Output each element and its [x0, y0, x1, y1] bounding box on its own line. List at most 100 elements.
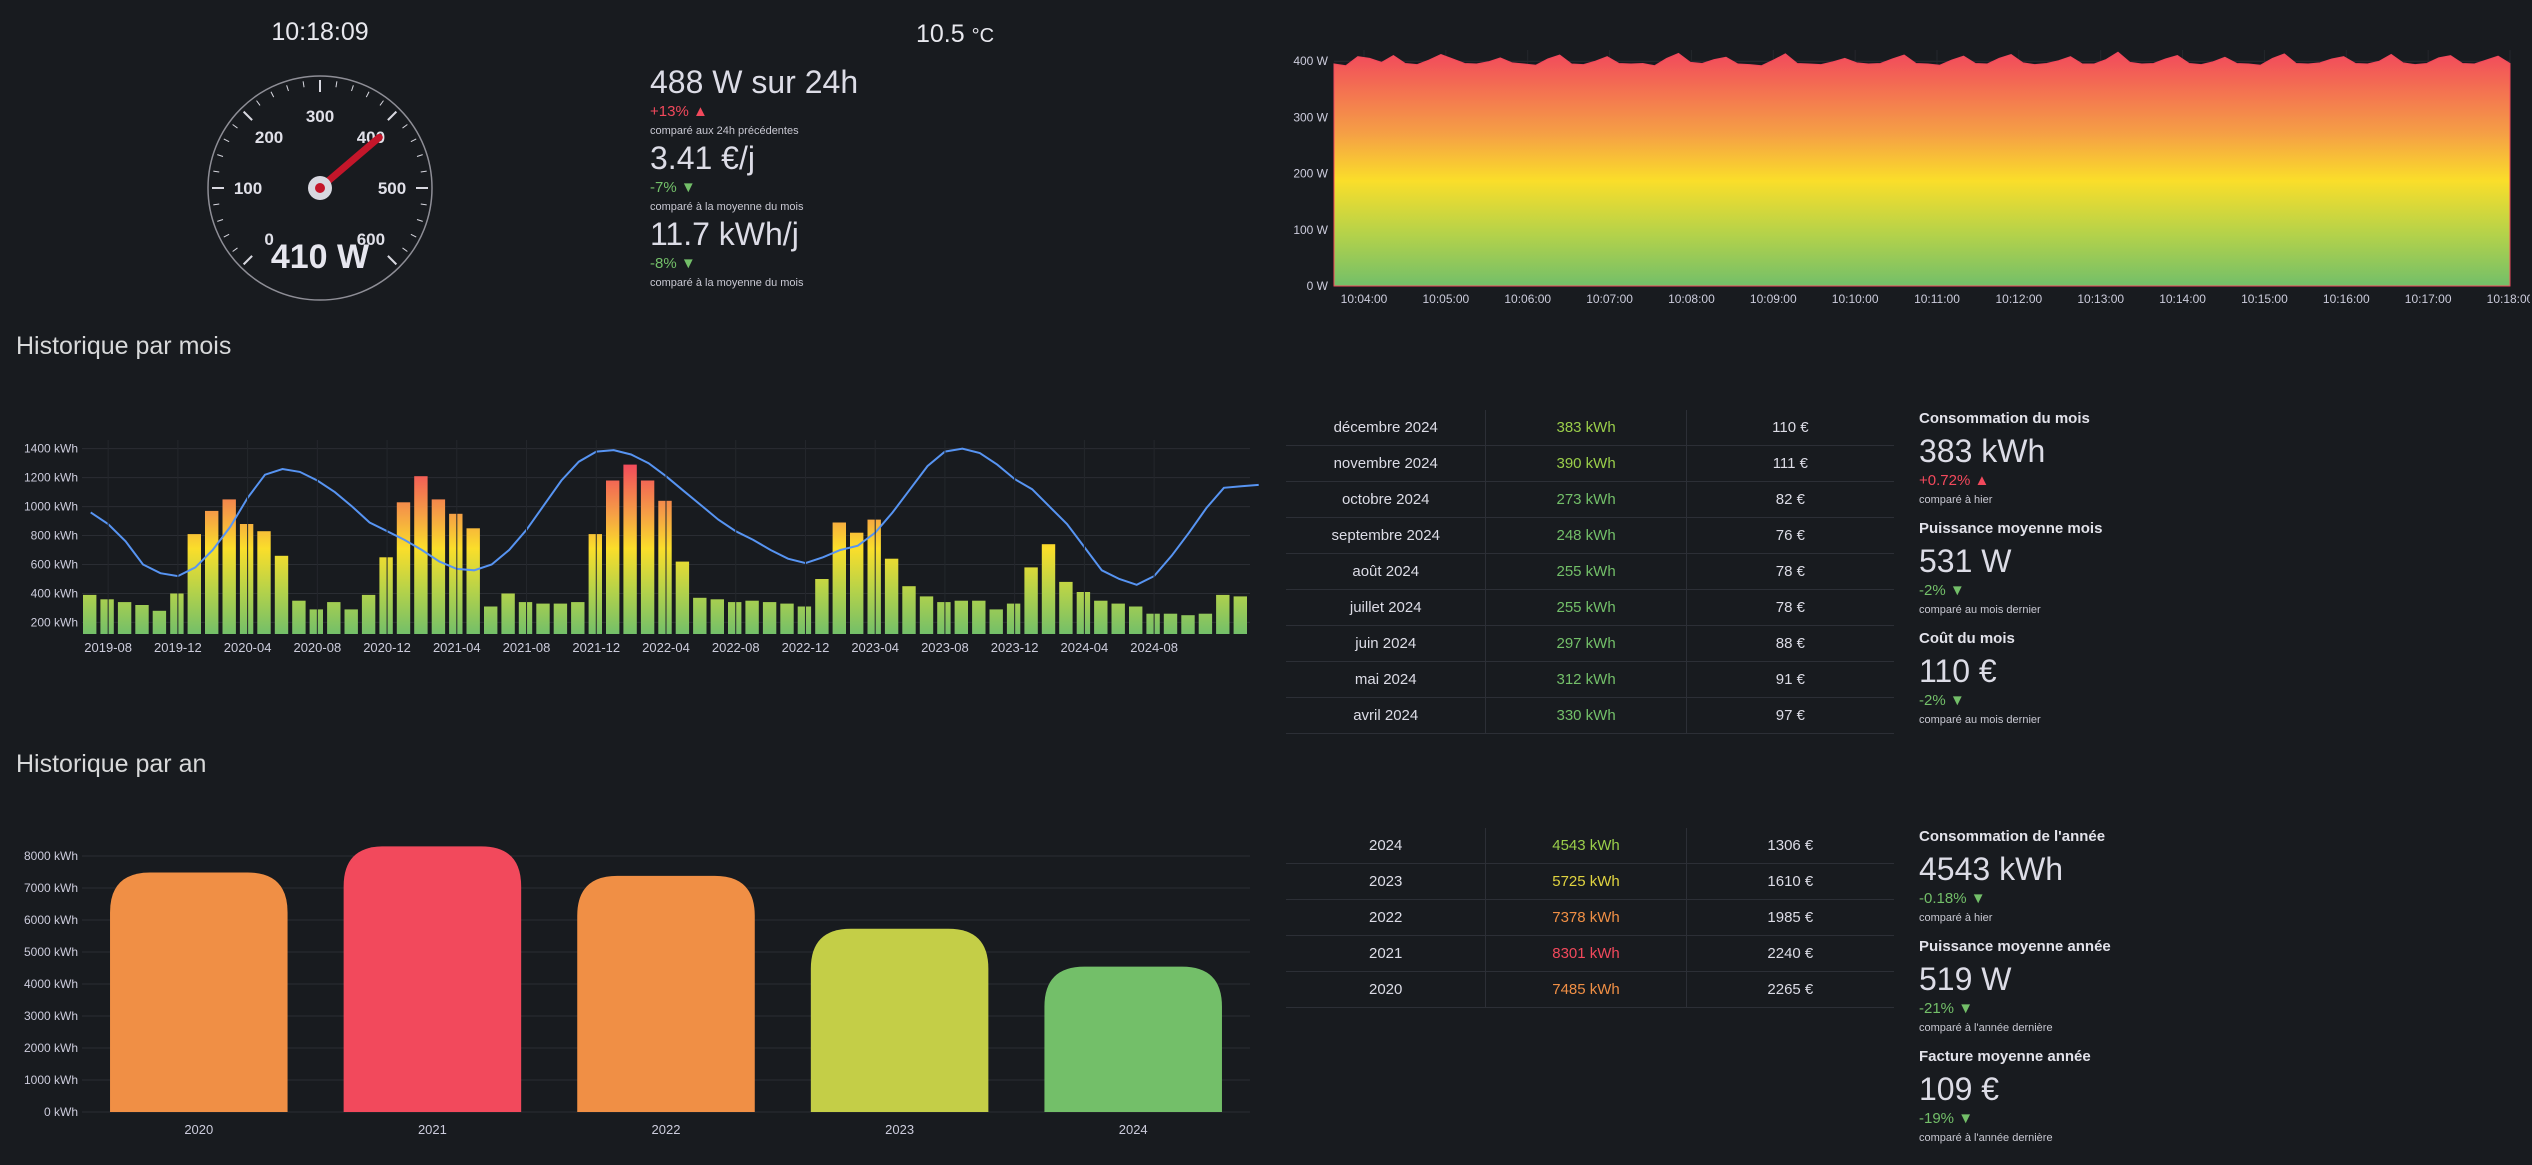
- monthly-bar: [797, 606, 812, 634]
- monthly-table-row: décembre 2024 383 kWh 110 €: [1286, 410, 1894, 446]
- monthly-bar: [1129, 606, 1143, 634]
- yearly-table-row: 2023 5725 kWh 1610 €: [1286, 863, 1894, 900]
- yearly-history-chart[interactable]: 0 kWh 1000 kWh 2000 kWh 3000 kWh 4000 kWh 500…: [0, 840, 1260, 1150]
- yearly-table-row: 2020 7485 kWh 2265 €: [1286, 971, 1894, 1008]
- y-tick-label: 2000 kWh: [24, 1041, 78, 1055]
- y-tick-label: 1000 kWh: [24, 500, 78, 514]
- cell-cost: 2265 €: [1686, 971, 1894, 1008]
- monthly-bar: [1094, 600, 1108, 634]
- gauge-tick: [217, 154, 224, 157]
- y-tick-label: 5000 kWh: [24, 945, 78, 959]
- stat-delta: -8% ▼: [650, 255, 696, 272]
- gauge-tick: [402, 124, 408, 129]
- gauge-tick: [416, 219, 423, 222]
- monthly-bar: [100, 599, 114, 634]
- stat-caption: comparé à l'année dernière: [1919, 1022, 2053, 1034]
- monthly-bar: [205, 510, 219, 634]
- monthly-history-chart[interactable]: 200 kWh 400 kWh 600 kWh 800 kWh 1000 kWh 1200…: [0, 430, 1260, 730]
- cell-energy: 7485 kWh: [1485, 971, 1687, 1008]
- cell-energy: 8301 kWh: [1485, 935, 1687, 972]
- y-tick-label: 6000 kWh: [24, 913, 78, 927]
- x-tick-label: 10:10:00: [1832, 292, 1879, 306]
- monthly-bar: [989, 609, 1003, 634]
- x-tick-label: 10:08:00: [1668, 292, 1715, 306]
- x-tick-label: 2022-04: [642, 640, 690, 655]
- gauge-tick: [387, 255, 398, 266]
- x-tick-label: 2023-04: [851, 640, 899, 655]
- stat-value: 531 W: [1919, 543, 2012, 579]
- monthly-bar: [1198, 613, 1213, 634]
- stat-delta: +13% ▲: [650, 103, 708, 120]
- gauge-tick: [256, 100, 261, 106]
- x-tick-label: 10:04:00: [1341, 292, 1388, 306]
- x-tick-label: 2021-08: [503, 640, 551, 655]
- power-area: [1333, 51, 2511, 287]
- x-tick-label: 2019-08: [84, 640, 132, 655]
- month-avg-power-stat: Puissance moyenne mois 531 W -2% ▼ compa…: [1919, 520, 2102, 616]
- temperature-readout: 10.5 °C: [880, 20, 1030, 49]
- gauge-tick: [213, 170, 220, 173]
- stat-label: Puissance moyenne année: [1919, 938, 2111, 955]
- cell-period: 2022: [1286, 899, 1487, 936]
- monthly-bar: [274, 555, 289, 634]
- monthly-bar: [170, 593, 184, 634]
- monthly-bar: [1233, 596, 1247, 634]
- monthly-bar: [640, 480, 655, 634]
- x-tick-label: 10:12:00: [1995, 292, 2042, 306]
- power-gauge: 0100200300400500600410 W: [207, 75, 433, 301]
- cell-cost: 1985 €: [1686, 899, 1894, 936]
- stat-caption: comparé à la moyenne du mois: [650, 277, 804, 289]
- clock-time: 10:18:09: [271, 18, 369, 46]
- y-tick-label: 3000 kWh: [24, 1009, 78, 1023]
- x-tick-label: 2020-04: [224, 640, 272, 655]
- y-tick-label: 300 W: [1293, 110, 1328, 124]
- cell-cost: 78 €: [1686, 553, 1894, 590]
- stat-delta: -2% ▼: [1919, 692, 1965, 709]
- monthly-bar: [1163, 613, 1178, 634]
- monthly-bar: [972, 600, 986, 634]
- gauge-tick: [410, 138, 417, 143]
- cell-period: mai 2024: [1286, 661, 1487, 698]
- stat-kwh-per-day: 11.7 kWh/j -8% ▼ comparé à la moyenne du…: [650, 218, 803, 289]
- yearly-history-title: Historique par an: [16, 750, 207, 778]
- x-tick-label: 10:16:00: [2323, 292, 2370, 306]
- y-tick-label: 8000 kWh: [24, 849, 78, 863]
- y-tick-label: 1200 kWh: [24, 471, 78, 485]
- monthly-bar: [1041, 544, 1056, 634]
- trend-down-icon: ▼: [1958, 1000, 1974, 1017]
- year-stats: Consommation de l'année 4543 kWh -0.18% …: [1919, 828, 2111, 1158]
- x-tick-label: 2023: [885, 1122, 914, 1137]
- stat-label: Consommation du mois: [1919, 410, 2090, 427]
- stat-label: Consommation de l'année: [1919, 828, 2106, 845]
- stat-value: 383 kWh: [1919, 433, 2046, 469]
- monthly-bar: [466, 528, 480, 634]
- yearly-table-row: 2021 8301 kWh 2240 €: [1286, 935, 1894, 972]
- monthly-bar: [449, 513, 463, 634]
- cell-cost: 78 €: [1686, 589, 1894, 626]
- y-tick-label: 200 W: [1293, 167, 1328, 181]
- monthly-bar: [1076, 592, 1091, 634]
- cell-energy: 330 kWh: [1485, 697, 1687, 734]
- stat-label: Facture moyenne année: [1919, 1048, 2091, 1065]
- power-realtime-chart[interactable]: 0 W 100 W 200 W 300 W 400 W 10:04:00 10:05:00 1…: [1280, 30, 2530, 320]
- monthly-bar: [379, 557, 393, 634]
- cell-cost: 1306 €: [1686, 828, 1894, 864]
- x-tick-label: 2020-08: [293, 640, 341, 655]
- stat-caption: comparé à la moyenne du mois: [650, 201, 804, 213]
- monthly-bar: [553, 603, 568, 634]
- gauge-tick: [242, 110, 253, 121]
- monthly-bar: [83, 594, 97, 634]
- stat-cost-per-day: 3.41 €/j -7% ▼ comparé à la moyenne du m…: [650, 142, 803, 213]
- monthly-bar: [518, 602, 533, 634]
- monthly-bar: [187, 534, 201, 634]
- monthly-bar: [152, 610, 167, 634]
- monthly-bar: [414, 476, 428, 634]
- y-tick-label: 400 kWh: [31, 586, 78, 600]
- cell-energy: 255 kWh: [1485, 553, 1687, 590]
- stat-label: Puissance moyenne mois: [1919, 520, 2103, 537]
- cell-energy: 273 kWh: [1485, 481, 1687, 518]
- stat-caption: comparé à l'année dernière: [1919, 1132, 2053, 1144]
- gauge-tick: [223, 138, 230, 143]
- month-cost-stat: Coût du mois 110 € -2% ▼ comparé au mois…: [1919, 630, 2102, 726]
- stat-caption: comparé à hier: [1919, 912, 1993, 924]
